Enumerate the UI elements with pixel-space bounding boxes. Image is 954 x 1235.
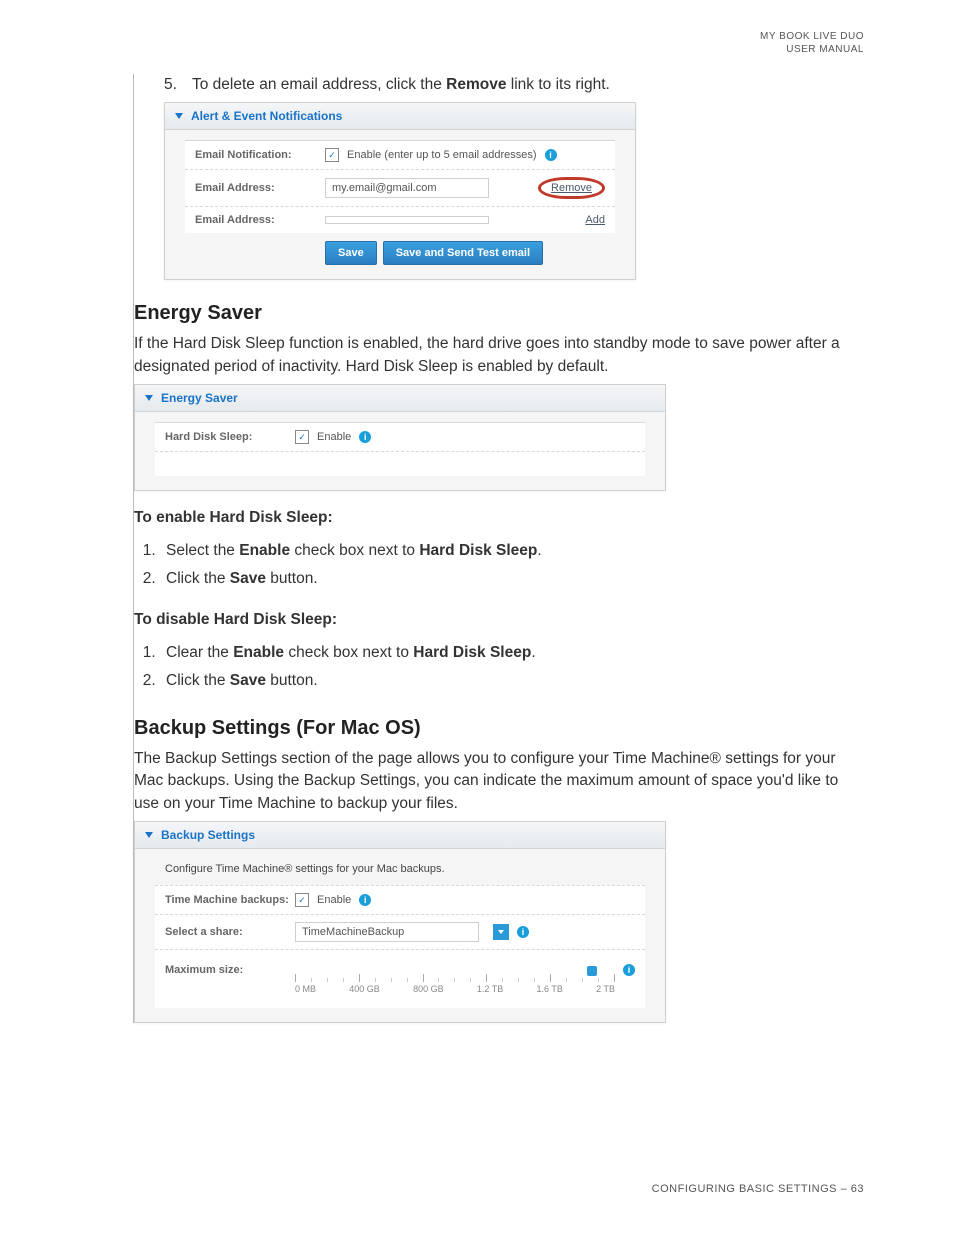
- panel-title: Energy Saver: [161, 391, 238, 405]
- email-notification-checkbox[interactable]: ✓: [325, 148, 339, 162]
- header-line2: USER MANUAL: [90, 43, 864, 56]
- panel-title: Alert & Event Notifications: [191, 109, 342, 123]
- panel-title: Backup Settings: [161, 828, 255, 842]
- page-header: MY BOOK LIVE DUO USER MANUAL: [90, 30, 864, 56]
- backup-description: Configure Time Machine® settings for you…: [155, 859, 645, 885]
- enable-hds-subhead: To enable Hard Disk Sleep:: [134, 509, 864, 527]
- chevron-down-icon: [145, 832, 153, 838]
- maximum-size-slider[interactable]: 0 MB 400 GB 800 GB 1.2 TB 1.6 TB 2 TB: [295, 964, 615, 994]
- panel-header[interactable]: Alert & Event Notifications: [165, 103, 635, 130]
- step-text: To delete an email address, click the Re…: [192, 74, 610, 96]
- time-machine-label: Time Machine backups:: [165, 894, 295, 906]
- enable-text: Enable (enter up to 5 email addresses): [347, 149, 537, 161]
- email-address-label-2: Email Address:: [195, 214, 325, 226]
- list-item: Click the Save button.: [160, 667, 864, 695]
- energy-saver-panel: Energy Saver Hard Disk Sleep: ✓ Enable i: [134, 384, 666, 491]
- email-address-input[interactable]: my.email@gmail.com: [325, 178, 489, 198]
- backup-settings-heading: Backup Settings (For Mac OS): [134, 717, 864, 740]
- list-item: Select the Enable check box next to Hard…: [160, 537, 864, 565]
- select-share-dropdown[interactable]: TimeMachineBackup: [295, 922, 479, 942]
- panel-header[interactable]: Backup Settings: [135, 822, 665, 849]
- disable-steps: Clear the Enable check box next to Hard …: [134, 639, 864, 695]
- enable-text: Enable: [317, 894, 351, 906]
- energy-saver-heading: Energy Saver: [134, 302, 864, 325]
- email-address-input-2[interactable]: [325, 216, 489, 224]
- panel-header[interactable]: Energy Saver: [135, 385, 665, 412]
- remove-highlight: Remove: [538, 177, 605, 199]
- info-icon[interactable]: i: [359, 894, 371, 906]
- info-icon[interactable]: i: [517, 926, 529, 938]
- time-machine-checkbox[interactable]: ✓: [295, 893, 309, 907]
- hard-disk-sleep-label: Hard Disk Sleep:: [165, 431, 295, 443]
- maximum-size-label: Maximum size:: [165, 964, 295, 976]
- enable-text: Enable: [317, 431, 351, 443]
- backup-settings-paragraph: The Backup Settings section of the page …: [134, 748, 864, 815]
- slider-handle[interactable]: [587, 966, 597, 976]
- add-link[interactable]: Add: [585, 214, 605, 226]
- slider-labels: 0 MB 400 GB 800 GB 1.2 TB 1.6 TB 2 TB: [295, 984, 615, 994]
- page-footer: CONFIGURING BASIC SETTINGS – 63: [652, 1183, 864, 1195]
- step-5: 5. To delete an email address, click the…: [164, 74, 864, 96]
- list-item: Clear the Enable check box next to Hard …: [160, 639, 864, 667]
- hard-disk-sleep-checkbox[interactable]: ✓: [295, 430, 309, 444]
- alert-notifications-panel: Alert & Event Notifications Email Notifi…: [164, 102, 636, 280]
- save-button[interactable]: Save: [325, 241, 377, 265]
- disable-hds-subhead: To disable Hard Disk Sleep:: [134, 611, 864, 629]
- list-item: Click the Save button.: [160, 565, 864, 593]
- save-send-test-button[interactable]: Save and Send Test email: [383, 241, 543, 265]
- email-address-label: Email Address:: [195, 182, 325, 194]
- step-number: 5.: [164, 74, 192, 96]
- info-icon[interactable]: i: [623, 964, 635, 976]
- dropdown-icon[interactable]: [493, 924, 509, 940]
- chevron-down-icon: [175, 113, 183, 119]
- select-share-label: Select a share:: [165, 926, 295, 938]
- email-notification-label: Email Notification:: [195, 149, 325, 161]
- chevron-down-icon: [145, 395, 153, 401]
- remove-link[interactable]: Remove: [551, 182, 592, 194]
- info-icon[interactable]: i: [359, 431, 371, 443]
- energy-saver-paragraph: If the Hard Disk Sleep function is enabl…: [134, 333, 864, 378]
- backup-settings-panel: Backup Settings Configure Time Machine® …: [134, 821, 666, 1023]
- header-line1: MY BOOK LIVE DUO: [90, 30, 864, 43]
- enable-steps: Select the Enable check box next to Hard…: [134, 537, 864, 593]
- info-icon[interactable]: i: [545, 149, 557, 161]
